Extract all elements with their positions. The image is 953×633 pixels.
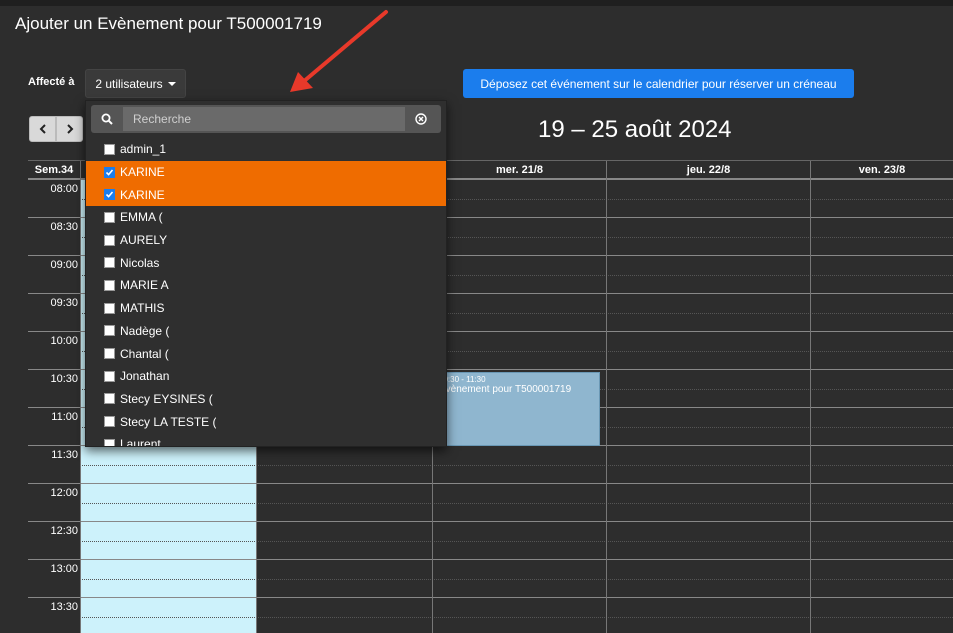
search-input[interactable] — [123, 107, 405, 131]
user-option-label: Jonathan — [120, 369, 170, 384]
user-option-label: Laurent — [120, 437, 161, 447]
prev-week-button[interactable] — [29, 116, 56, 142]
search-box — [91, 105, 441, 133]
checkbox-icon[interactable] — [104, 438, 115, 446]
time-label: 13:00 — [50, 563, 78, 575]
user-option[interactable]: Chantal ( — [86, 342, 446, 365]
time-slot-row[interactable]: 12:30 — [28, 521, 953, 559]
assign-users-dropdown: admin_1 KARINE KARINE EMMA ( AURELY Nicolas MA… — [85, 100, 447, 447]
user-option-label: KARINE — [120, 187, 165, 202]
time-label: 10:30 — [50, 373, 78, 385]
user-option-label: MATHIS — [120, 301, 165, 316]
user-option[interactable]: KARINE — [86, 160, 446, 184]
user-option-label: admin_1 — [120, 142, 167, 157]
user-option[interactable]: Nicolas — [86, 251, 446, 274]
time-slot-row[interactable]: 12:00 — [28, 483, 953, 521]
half-hour-line — [80, 503, 953, 504]
user-option[interactable]: Jonathan — [86, 365, 446, 388]
user-option[interactable]: Nadège ( — [86, 320, 446, 343]
day-header: jeu. 22/8 — [606, 161, 810, 180]
chevron-left-icon — [39, 124, 46, 134]
user-option-label: MARIE A — [120, 278, 169, 293]
time-label: 09:30 — [50, 297, 78, 309]
time-label: 12:30 — [50, 525, 78, 537]
user-option[interactable]: admin_1 — [86, 138, 446, 161]
user-option[interactable]: Stecy LA TESTE ( — [86, 410, 446, 433]
column-divider — [810, 179, 811, 633]
user-option-list: admin_1 KARINE KARINE EMMA ( AURELY Nicolas MA… — [86, 138, 446, 447]
assign-users-value: 2 utilisateurs — [95, 76, 163, 91]
time-label: 12:00 — [50, 487, 78, 499]
time-label: 10:00 — [50, 335, 78, 347]
half-hour-line — [80, 541, 953, 542]
search-icon — [91, 105, 123, 133]
time-label: 11:30 — [51, 449, 78, 461]
checkbox-icon[interactable] — [104, 370, 115, 382]
chevron-right-icon — [66, 124, 73, 134]
user-option-label: KARINE — [120, 165, 165, 180]
checkbox-icon[interactable] — [104, 234, 115, 246]
checkbox-icon[interactable] — [104, 325, 115, 337]
assign-label: Affecté à — [28, 76, 75, 88]
checkbox-icon[interactable] — [104, 393, 115, 405]
clear-search-icon[interactable] — [407, 105, 435, 133]
next-week-button[interactable] — [56, 116, 83, 142]
checkbox-icon[interactable] — [104, 416, 115, 428]
calendar-range-title: 19 – 25 août 2024 — [538, 116, 732, 143]
time-slot-row[interactable]: 11:30 — [28, 445, 953, 483]
day-header: mer. 21/8 — [432, 161, 606, 180]
checkbox-checked-icon[interactable] — [104, 189, 115, 201]
column-divider — [606, 179, 607, 633]
user-option[interactable]: MATHIS — [86, 297, 446, 320]
time-label: 09:00 — [50, 259, 78, 271]
time-label: 11:00 — [51, 411, 78, 423]
time-label: 08:30 — [50, 221, 78, 233]
checkbox-icon[interactable] — [104, 302, 115, 314]
checkbox-icon[interactable] — [104, 143, 115, 155]
day-header: ven. 23/8 — [810, 161, 953, 180]
column-divider — [80, 179, 81, 633]
user-option-label: Chantal ( — [120, 346, 169, 361]
week-number: Sem.34 — [34, 164, 74, 176]
drop-event-button[interactable]: Déposez cet événement sur le calendrier … — [463, 69, 854, 98]
user-option[interactable]: MARIE A — [86, 274, 446, 297]
user-option-label: Stecy LA TESTE ( — [120, 414, 217, 429]
user-option-label: Stecy EYSINES ( — [120, 391, 213, 406]
user-option-label: Nadège ( — [120, 323, 170, 338]
checkbox-icon[interactable] — [104, 211, 115, 223]
time-slot-row[interactable]: 13:30 — [28, 597, 953, 633]
checkbox-icon[interactable] — [104, 279, 115, 291]
user-option[interactable]: AURELY — [86, 229, 446, 252]
time-slot-row[interactable]: 13:00 — [28, 559, 953, 597]
user-option[interactable]: EMMA ( — [86, 206, 446, 229]
checkbox-icon[interactable] — [104, 257, 115, 269]
user-option-label: AURELY — [120, 233, 168, 248]
user-option-label: EMMA ( — [120, 210, 163, 225]
event-title: Evènement pour T500001719 — [439, 384, 572, 395]
user-option[interactable]: Stecy EYSINES ( — [86, 388, 446, 411]
checkbox-icon[interactable] — [104, 348, 115, 360]
calendar-nav — [29, 116, 83, 142]
half-hour-line — [80, 579, 953, 580]
half-hour-line — [80, 617, 953, 618]
event-time: 10:30 - 11:30 — [439, 375, 486, 384]
checkbox-checked-icon[interactable] — [104, 166, 115, 178]
user-option[interactable]: KARINE — [86, 183, 446, 207]
time-label: 08:00 — [50, 183, 78, 195]
user-option[interactable]: Laurent — [86, 433, 446, 447]
calendar-event[interactable]: 10:30 - 11:30 Evènement pour T500001719 — [434, 372, 600, 446]
top-strip — [0, 0, 953, 6]
assign-users-dropdown-button[interactable]: 2 utilisateurs — [85, 69, 186, 98]
modal-title: Ajouter un Evènement pour T500001719 — [15, 14, 322, 33]
time-label: 13:30 — [50, 601, 78, 613]
user-option-label: Nicolas — [120, 255, 160, 270]
half-hour-line — [80, 465, 953, 466]
caret-down-icon — [167, 81, 176, 86]
